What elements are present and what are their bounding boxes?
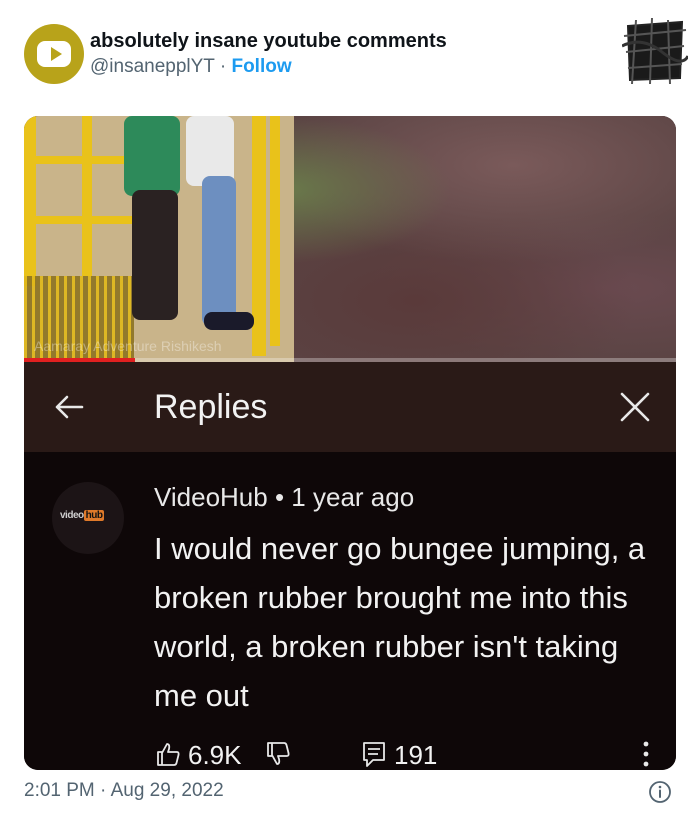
embedded-screenshot[interactable]: Aamaray Adventure Rishikesh Replies vide… — [24, 116, 676, 770]
comment-icon[interactable] — [360, 740, 388, 768]
comment-age: 1 year ago — [291, 482, 415, 512]
comment-meta: VideoHub • 1 year ago — [154, 482, 414, 513]
tweet-header: absolutely insane youtube comments @insa… — [24, 17, 688, 88]
profile-avatar[interactable] — [24, 24, 84, 84]
bungee-platform — [24, 116, 294, 362]
vertical-dots-icon[interactable] — [640, 740, 652, 768]
follow-button[interactable]: Follow — [231, 56, 291, 77]
comment: video hub VideoHub • 1 year ago I would n… — [24, 452, 676, 770]
arrow-left-icon[interactable] — [52, 390, 86, 424]
comment-author[interactable]: VideoHub — [154, 482, 268, 512]
separator-dot: · — [214, 56, 232, 77]
channel-logo: video hub — [60, 510, 105, 521]
tweet-timestamp[interactable]: 2:01 PM · Aug 29, 2022 — [24, 780, 224, 802]
close-x-icon[interactable] — [618, 390, 652, 424]
channel-avatar[interactable]: video hub — [52, 482, 124, 554]
like-count: 6.9K — [188, 740, 242, 770]
scribble-icon — [622, 17, 688, 85]
handle-row: @insanepplYT · Follow — [90, 56, 292, 78]
replies-header: Replies — [24, 362, 676, 452]
bungee-video-frame: Aamaray Adventure Rishikesh — [24, 116, 676, 362]
video-watermark: Aamaray Adventure Rishikesh — [34, 338, 222, 354]
meta-dot: • — [267, 482, 292, 512]
thumbs-down-icon[interactable] — [264, 740, 292, 768]
display-name[interactable]: absolutely insane youtube comments — [90, 30, 447, 53]
reply-count: 191 — [394, 740, 438, 770]
user-handle[interactable]: @insanepplYT — [90, 56, 215, 77]
comment-text: I would never go bungee jumping, a broke… — [154, 531, 646, 713]
replies-title: Replies — [154, 388, 268, 426]
comment-action-bar: 6.9K 191 — [154, 738, 664, 770]
play-triangle-icon — [51, 47, 62, 61]
thumbs-up-icon[interactable] — [154, 740, 182, 768]
info-circle-icon[interactable] — [648, 780, 672, 804]
